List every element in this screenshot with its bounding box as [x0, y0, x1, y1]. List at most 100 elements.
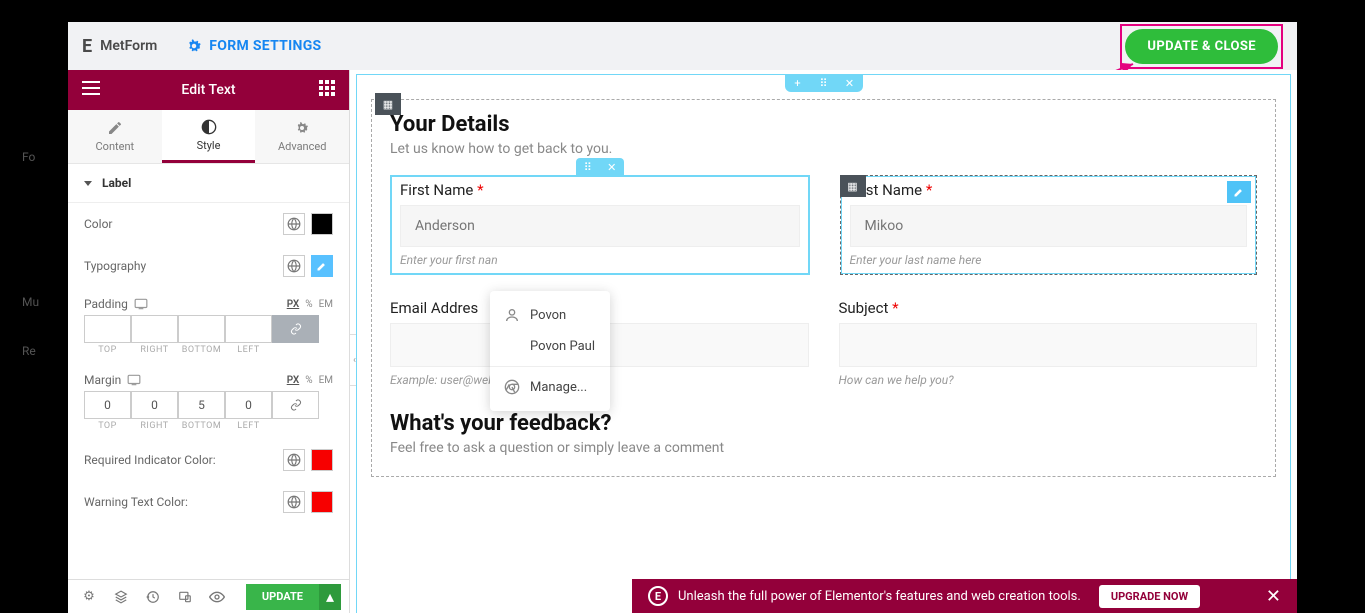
bg-item: Mu [22, 295, 39, 309]
section-selected[interactable]: + ⠿ ✕ ▦ Your Details Let us know how to … [356, 74, 1291, 613]
promo-bar: E Unleash the full power of Elementor's … [632, 579, 1297, 613]
panel-body: Label Color Typography [68, 164, 349, 579]
hamburger-icon[interactable] [82, 81, 100, 99]
gear-icon [185, 37, 203, 55]
first-name-input[interactable] [400, 205, 800, 247]
caret-down-icon [84, 181, 92, 186]
user-icon [504, 307, 520, 323]
promo-text: Unleash the full power of Elementor's fe… [678, 589, 1081, 604]
control-label: Padding [84, 297, 148, 311]
drag-handle[interactable]: ▦ [840, 175, 866, 197]
globe-icon[interactable] [283, 213, 305, 235]
padding-inputs [84, 315, 333, 343]
section-controls: + ⠿ ✕ [785, 74, 863, 92]
margin-bottom-input[interactable] [178, 391, 225, 419]
color-swatch[interactable] [311, 491, 333, 513]
drag-handle[interactable]: ▦ [375, 93, 401, 115]
responsive-icon[interactable] [172, 584, 198, 610]
subject-input[interactable] [839, 323, 1258, 367]
margin-top-input[interactable] [84, 391, 131, 419]
margin-link-toggle[interactable] [272, 391, 319, 419]
autocomplete-option[interactable]: Povon Paul [490, 331, 610, 362]
update-dropdown[interactable]: ▴ [319, 584, 341, 610]
update-close-button[interactable]: UPDATE & CLOSE [1125, 29, 1278, 64]
drag-column-icon[interactable]: ⠿ [576, 158, 600, 176]
unit-px[interactable]: PX [287, 299, 300, 310]
padding-left-input[interactable] [225, 315, 272, 343]
padding-link-toggle[interactable] [272, 315, 319, 343]
autocomplete-manage[interactable]: Manage... [490, 371, 610, 403]
upgrade-button[interactable]: UPGRADE NOW [1099, 585, 1200, 608]
preview-icon[interactable] [204, 584, 230, 610]
modal-header-left: E MetForm FORM SETTINGS [82, 36, 321, 57]
unit-em[interactable]: EM [319, 299, 333, 310]
edit-typography-button[interactable] [311, 255, 333, 277]
responsive-icon[interactable] [127, 374, 141, 386]
close-icon[interactable]: ✕ [1266, 586, 1281, 607]
margin-left-input[interactable] [225, 391, 272, 419]
margin-right-input[interactable] [131, 391, 178, 419]
inner-section[interactable]: Your Details Let us know how to get back… [371, 99, 1276, 477]
highlight-box: UPDATE & CLOSE [1120, 24, 1283, 69]
globe-icon[interactable] [283, 255, 305, 277]
autocomplete-popup: Povon Povon Paul Manage... [490, 291, 610, 411]
globe-icon[interactable] [283, 491, 305, 513]
edit-widget-button[interactable] [1227, 181, 1251, 203]
field-note: How can we help you? [839, 373, 1258, 387]
last-name-widget[interactable]: Last Name * Enter your last name here [841, 176, 1257, 274]
section-toggle-label[interactable]: Label [68, 164, 349, 203]
padding-labels: TOPRIGHTBOTTOMLEFT [84, 345, 333, 355]
update-button-group: UPDATE ▴ [246, 584, 341, 610]
gear-icon [294, 120, 310, 136]
padding-right-input[interactable] [131, 315, 178, 343]
drag-section-icon[interactable]: ⠿ [811, 74, 837, 92]
tab-content[interactable]: Content [68, 110, 162, 163]
units: PX % EM [287, 299, 333, 310]
control-required-color: Required Indicator Color: [68, 439, 349, 481]
autocomplete-option[interactable]: Povon [490, 299, 610, 331]
last-name-input[interactable] [850, 205, 1248, 247]
canvas-scroll[interactable]: + ⠿ ✕ ▦ Your Details Let us know how to … [350, 70, 1297, 613]
elementor-badge-icon: E [648, 586, 668, 606]
option-label: Povon [530, 308, 566, 323]
margin-inputs [84, 391, 333, 419]
history-icon[interactable] [140, 584, 166, 610]
control-margin: Margin PX % EM [68, 363, 349, 389]
editor-sidebar: Edit Text Content Style Advanced [68, 70, 350, 613]
unit-pct[interactable]: % [305, 375, 312, 386]
column-first-name[interactable]: ⠿ ✕ First Name * Enter your first nan [390, 175, 810, 275]
feedback-subtitle: Feel free to ask a question or simply le… [390, 440, 1257, 456]
section-title: Your Details [390, 112, 1257, 137]
control-warning-color: Warning Text Color: [68, 481, 349, 523]
required-star: * [892, 299, 898, 317]
form-settings-button[interactable]: FORM SETTINGS [185, 37, 321, 55]
padding-top-input[interactable] [84, 315, 131, 343]
first-name-widget[interactable]: First Name * Enter your first nan [391, 176, 809, 274]
color-swatch[interactable] [311, 213, 333, 235]
pencil-icon [107, 120, 123, 136]
column-last-name[interactable]: ▦ Last Name * Enter your last name here [840, 175, 1258, 275]
layers-icon[interactable] [108, 584, 134, 610]
units: PX % EM [287, 375, 333, 386]
field-note: Enter your first nan [400, 253, 800, 267]
close-column-icon[interactable]: ✕ [600, 158, 624, 176]
feedback-title: What's your feedback? [390, 411, 1257, 436]
color-swatch[interactable] [311, 449, 333, 471]
unit-em[interactable]: EM [319, 375, 333, 386]
tab-label: Style [197, 139, 221, 152]
add-section-icon[interactable]: + [785, 74, 811, 92]
section-subtitle: Let us know how to get back to you. [390, 141, 1257, 157]
unit-px[interactable]: PX [287, 375, 300, 386]
column-subject[interactable]: Subject * How can we help you? [839, 299, 1258, 387]
globe-icon[interactable] [283, 449, 305, 471]
close-section-icon[interactable]: ✕ [837, 74, 863, 92]
tab-advanced[interactable]: Advanced [255, 110, 349, 163]
responsive-icon[interactable] [134, 298, 148, 310]
update-button[interactable]: UPDATE [246, 584, 319, 610]
tab-style[interactable]: Style [162, 110, 256, 163]
feedback-section[interactable]: What's your feedback? Feel free to ask a… [390, 411, 1257, 456]
grid-icon[interactable] [319, 80, 335, 100]
settings-icon[interactable]: ⚙ [76, 584, 102, 610]
unit-pct[interactable]: % [305, 299, 312, 310]
padding-bottom-input[interactable] [178, 315, 225, 343]
